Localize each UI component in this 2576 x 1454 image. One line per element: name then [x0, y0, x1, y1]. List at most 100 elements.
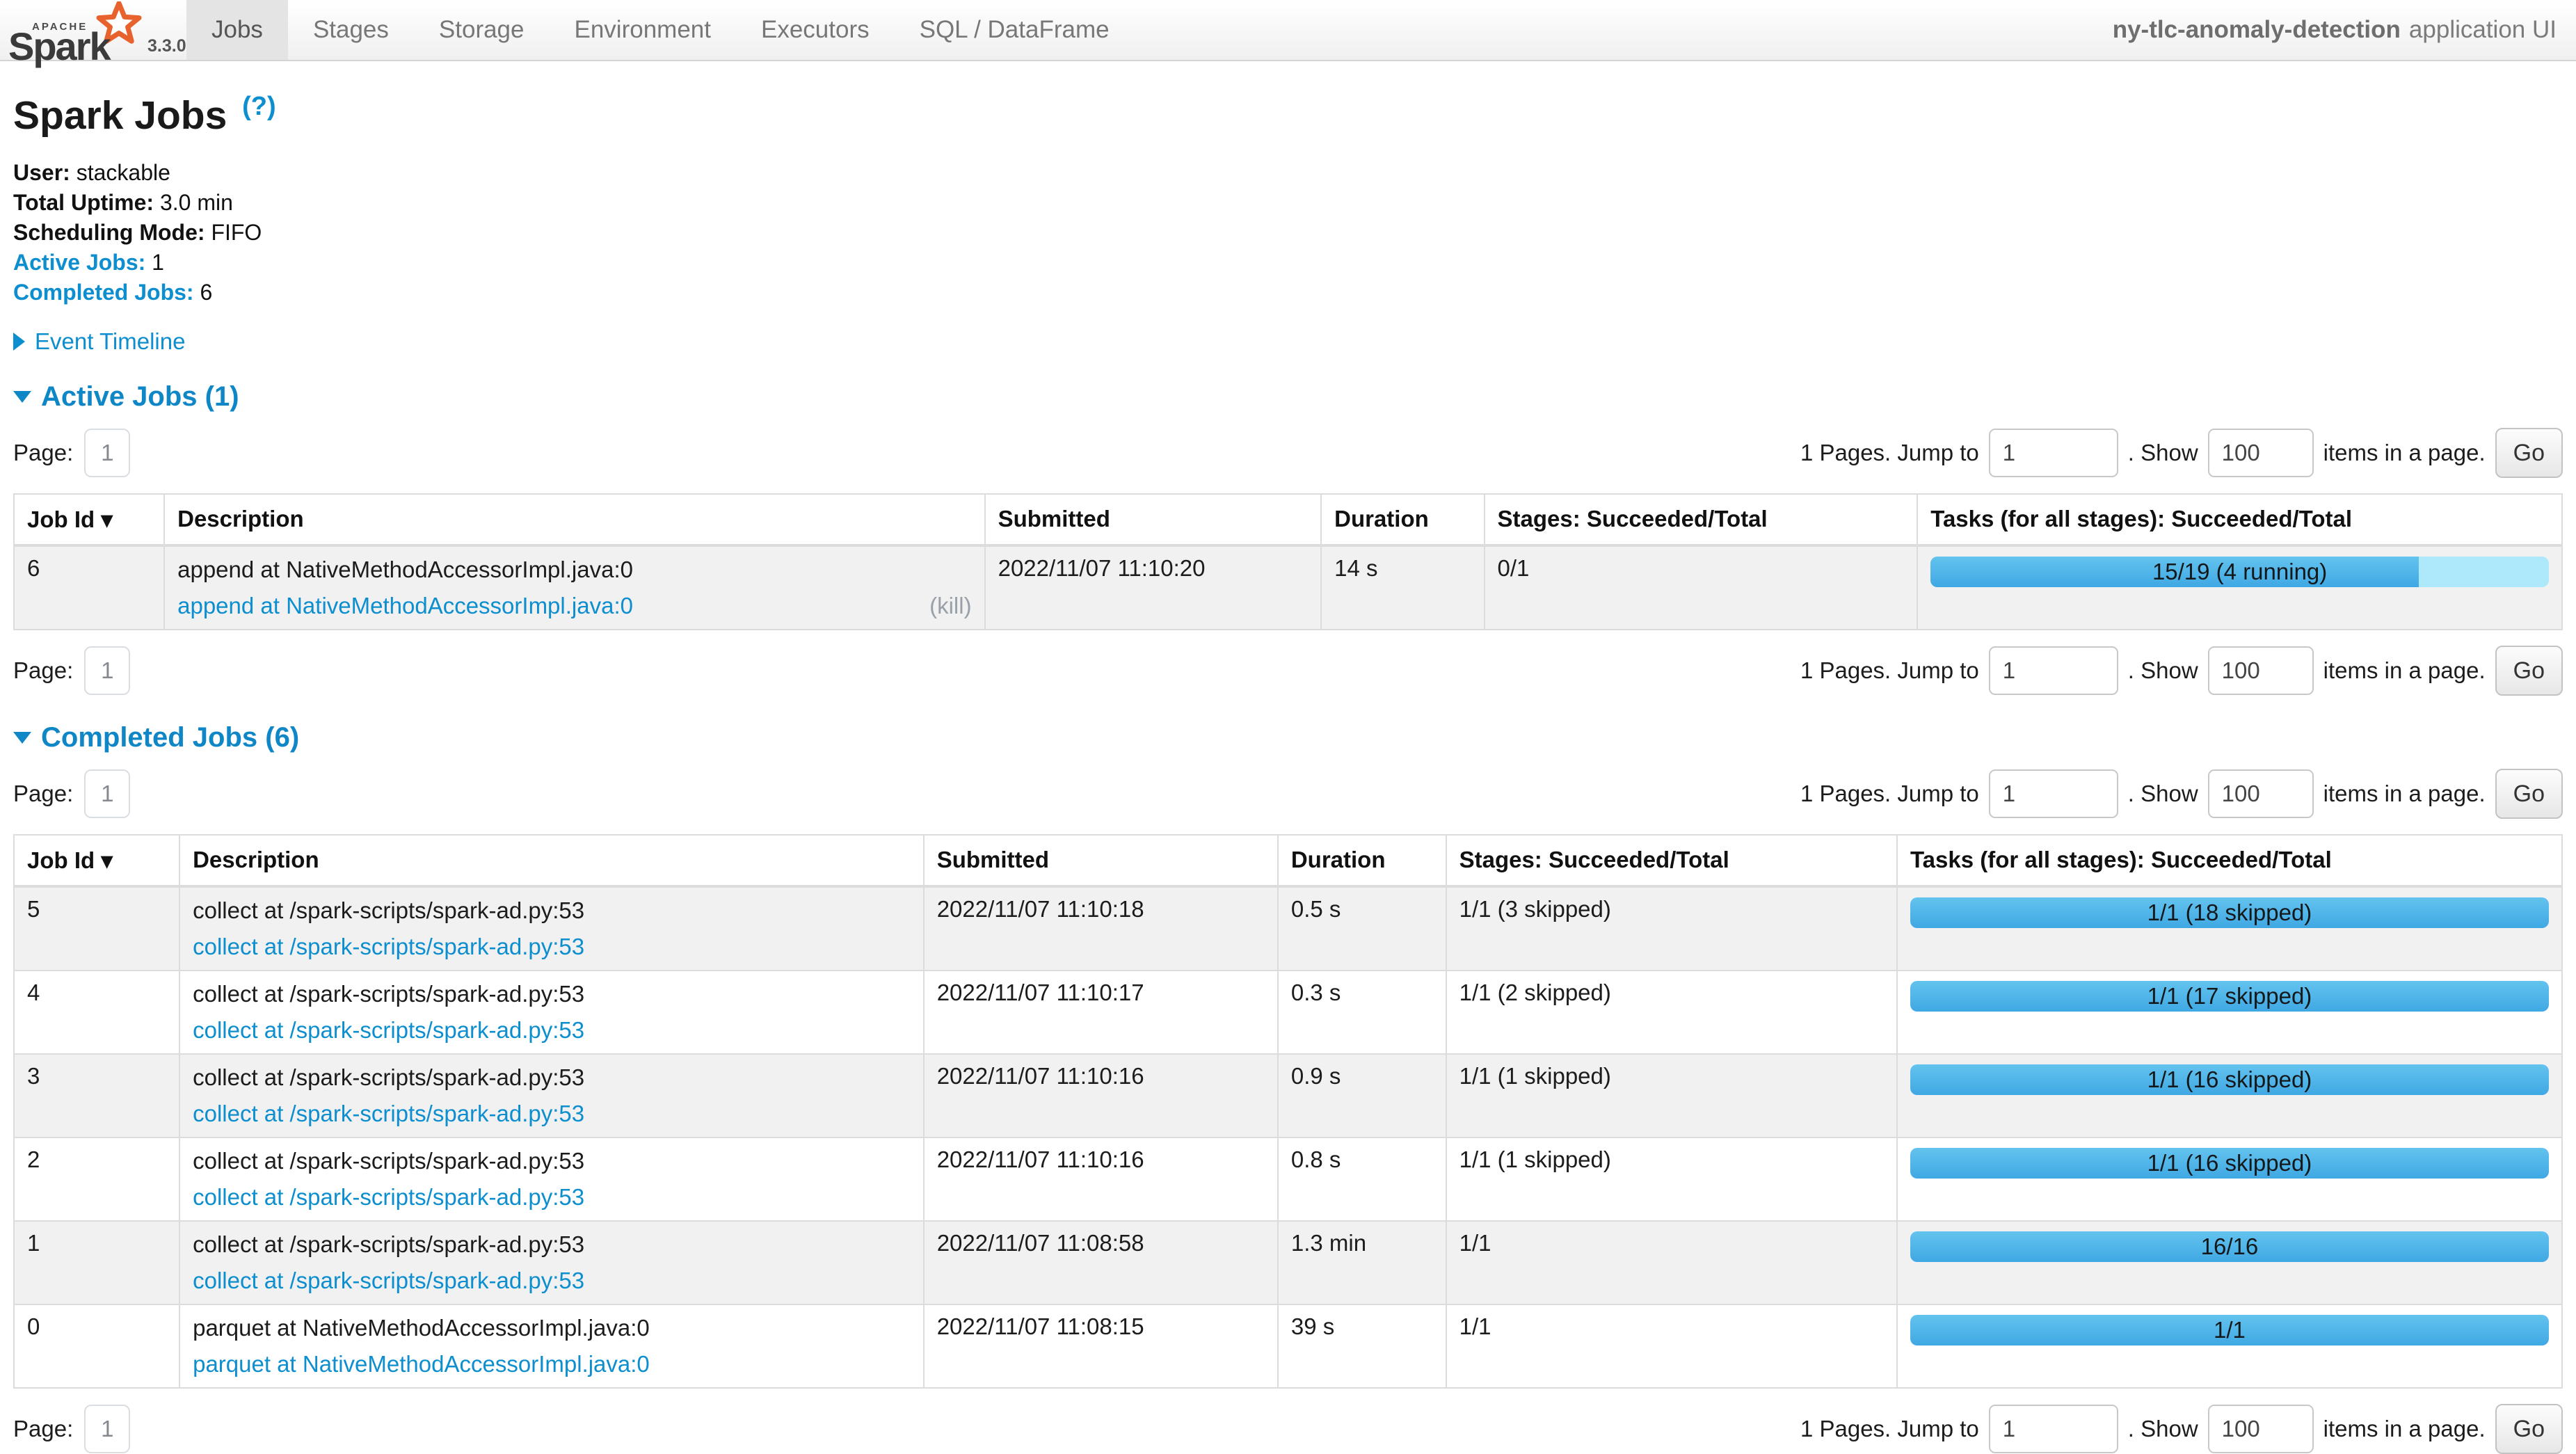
job-tasks-cell: 1/1 (16 skipped) — [1897, 1054, 2562, 1137]
column-job-id[interactable]: Job Id ▾ — [14, 494, 164, 545]
job-description-cell: parquet at NativeMethodAccessorImpl.java… — [179, 1304, 924, 1388]
tab-sql-dataframe[interactable]: SQL / DataFrame — [895, 0, 1135, 60]
job-duration-cell: 1.3 min — [1278, 1221, 1446, 1304]
pages-text: 1 Pages. Jump to — [1800, 1416, 1979, 1442]
job-stages-cell: 1/1 — [1446, 1221, 1897, 1304]
pager-right: 1 Pages. Jump to . Show items in a page.… — [1800, 769, 2563, 819]
go-button[interactable]: Go — [2495, 1404, 2563, 1454]
column-description[interactable]: Description — [164, 494, 984, 545]
tasks-progress-bar: 1/1 (16 skipped) — [1910, 1148, 2549, 1179]
column-description[interactable]: Description — [179, 835, 924, 886]
job-tasks-cell: 1/1 (17 skipped) — [1897, 970, 2562, 1054]
go-button[interactable]: Go — [2495, 428, 2563, 478]
tab-jobs[interactable]: Jobs — [186, 0, 288, 60]
job-description-text: collect at /spark-scripts/spark-ad.py:53 — [193, 1147, 911, 1176]
progress-label: 15/19 (4 running) — [1930, 557, 2549, 587]
summary-completed-jobs: Completed Jobs: 6 — [13, 278, 2563, 307]
page-label: Page: — [13, 781, 73, 807]
job-duration-cell: 39 s — [1278, 1304, 1446, 1388]
tab-stages[interactable]: Stages — [288, 0, 414, 60]
job-detail-link[interactable]: collect at /spark-scripts/spark-ad.py:53 — [193, 932, 584, 961]
job-description-text: collect at /spark-scripts/spark-ad.py:53 — [193, 1230, 911, 1259]
jump-to-page-input[interactable] — [1989, 1405, 2118, 1453]
summary-mode-value: FIFO — [211, 220, 262, 245]
pager-left: Page: 1 — [13, 769, 130, 818]
active-jobs-section-header[interactable]: Active Jobs (1) — [13, 381, 239, 413]
items-per-page-input[interactable] — [2208, 1405, 2314, 1453]
summary-completed-jobs-link[interactable]: Completed Jobs: — [13, 280, 194, 305]
page-number-button[interactable]: 1 — [84, 646, 130, 695]
completed-jobs-section-header[interactable]: Completed Jobs (6) — [13, 722, 299, 753]
job-detail-link[interactable]: collect at /spark-scripts/spark-ad.py:53 — [193, 1099, 584, 1128]
kill-job-link[interactable]: (kill) — [929, 593, 971, 619]
job-detail-link[interactable]: collect at /spark-scripts/spark-ad.py:53 — [193, 1266, 584, 1295]
show-text: . Show — [2128, 440, 2198, 466]
job-tasks-cell: 1/1 — [1897, 1304, 2562, 1388]
tasks-progress-bar: 1/1 (16 skipped) — [1910, 1064, 2549, 1095]
summary-user-label: User: — [13, 160, 70, 185]
go-button[interactable]: Go — [2495, 769, 2563, 819]
completed-job-row-4: 4 collect at /spark-scripts/spark-ad.py:… — [14, 970, 2562, 1054]
job-description-text: collect at /spark-scripts/spark-ad.py:53 — [193, 980, 911, 1009]
event-timeline-toggle[interactable]: Event Timeline — [13, 328, 185, 355]
pages-text: 1 Pages. Jump to — [1800, 781, 1979, 807]
jump-to-page-input[interactable] — [1989, 769, 2118, 818]
column-duration[interactable]: Duration — [1278, 835, 1446, 886]
spark-logo[interactable]: APACHE Spark 3.3.0 — [0, 0, 186, 60]
job-id-cell: 6 — [14, 545, 164, 630]
progress-label: 1/1 (17 skipped) — [1910, 981, 2549, 1012]
summary-active-jobs-value: 1 — [152, 250, 164, 275]
progress-label: 16/16 — [1910, 1231, 2549, 1262]
collapsed-arrow-icon — [13, 333, 25, 351]
page-number-button[interactable]: 1 — [84, 429, 130, 477]
summary-user: User: stackable — [13, 158, 2563, 188]
job-detail-link[interactable]: collect at /spark-scripts/spark-ad.py:53 — [193, 1016, 584, 1045]
items-per-page-input[interactable] — [2208, 769, 2314, 818]
completed-job-row-1: 1 collect at /spark-scripts/spark-ad.py:… — [14, 1221, 2562, 1304]
completed-job-row-3: 3 collect at /spark-scripts/spark-ad.py:… — [14, 1054, 2562, 1137]
completed-job-row-5: 5 collect at /spark-scripts/spark-ad.py:… — [14, 886, 2562, 970]
jump-to-page-input[interactable] — [1989, 429, 2118, 477]
job-detail-link[interactable]: collect at /spark-scripts/spark-ad.py:53 — [193, 1183, 584, 1212]
pager-right: 1 Pages. Jump to . Show items in a page.… — [1800, 646, 2563, 696]
completed-jobs-table: Job Id ▾ Description Submitted Duration … — [13, 834, 2563, 1389]
summary-active-jobs-link[interactable]: Active Jobs: — [13, 250, 145, 275]
items-text: items in a page. — [2323, 781, 2486, 807]
summary-mode-label: Scheduling Mode: — [13, 220, 205, 245]
tab-executors[interactable]: Executors — [736, 0, 895, 60]
page-label: Page: — [13, 1416, 73, 1442]
job-submitted-cell: 2022/11/07 11:10:16 — [924, 1137, 1278, 1221]
column-submitted[interactable]: Submitted — [924, 835, 1278, 886]
tab-environment[interactable]: Environment — [550, 0, 736, 60]
job-description-text: collect at /spark-scripts/spark-ad.py:53 — [193, 1063, 911, 1092]
column-duration[interactable]: Duration — [1321, 494, 1484, 545]
column-tasks[interactable]: Tasks (for all stages): Succeeded/Total — [1897, 835, 2562, 886]
tasks-progress-bar: 16/16 — [1910, 1231, 2549, 1262]
column-tasks[interactable]: Tasks (for all stages): Succeeded/Total — [1917, 494, 2562, 545]
items-text: items in a page. — [2323, 1416, 2486, 1442]
active-jobs-pagination-top: Page: 1 1 Pages. Jump to . Show items in… — [13, 428, 2563, 478]
items-per-page-input[interactable] — [2208, 646, 2314, 695]
job-submitted-cell: 2022/11/07 11:08:58 — [924, 1221, 1278, 1304]
job-id-cell: 1 — [14, 1221, 179, 1304]
job-detail-link[interactable]: parquet at NativeMethodAccessorImpl.java… — [193, 1350, 650, 1379]
page-number-button[interactable]: 1 — [84, 769, 130, 818]
go-button[interactable]: Go — [2495, 646, 2563, 696]
job-stages-cell: 1/1 (2 skipped) — [1446, 970, 1897, 1054]
pager-right: 1 Pages. Jump to . Show items in a page.… — [1800, 428, 2563, 478]
job-tasks-cell: 1/1 (16 skipped) — [1897, 1137, 2562, 1221]
jump-to-page-input[interactable] — [1989, 646, 2118, 695]
column-stages[interactable]: Stages: Succeeded/Total — [1446, 835, 1897, 886]
job-detail-link[interactable]: append at NativeMethodAccessorImpl.java:… — [177, 591, 633, 621]
column-submitted[interactable]: Submitted — [985, 494, 1322, 545]
page-number-button[interactable]: 1 — [84, 1405, 130, 1453]
column-stages[interactable]: Stages: Succeeded/Total — [1485, 494, 1918, 545]
column-job-id[interactable]: Job Id ▾ — [14, 835, 179, 886]
items-per-page-input[interactable] — [2208, 429, 2314, 477]
summary-uptime: Total Uptime: 3.0 min — [13, 188, 2563, 218]
tab-storage[interactable]: Storage — [414, 0, 550, 60]
job-submitted-cell: 2022/11/07 11:08:15 — [924, 1304, 1278, 1388]
job-id-cell: 5 — [14, 886, 179, 970]
help-link[interactable]: (?) — [242, 92, 276, 121]
pages-text: 1 Pages. Jump to — [1800, 440, 1979, 466]
